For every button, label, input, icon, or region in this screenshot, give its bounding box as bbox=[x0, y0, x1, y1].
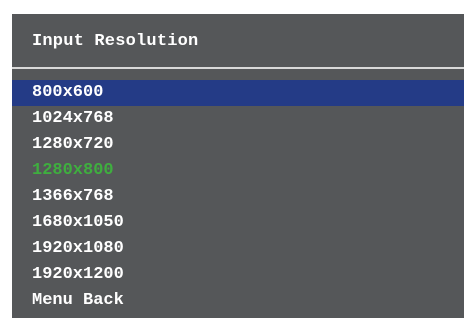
menu-title: Input Resolution bbox=[32, 32, 199, 51]
resolution-option-1366x768[interactable]: 1366x768 bbox=[12, 184, 464, 210]
header-divider bbox=[12, 67, 464, 69]
resolution-option-1280x800[interactable]: 1280x800 bbox=[12, 158, 464, 184]
resolution-option-1920x1080[interactable]: 1920x1080 bbox=[12, 236, 464, 262]
resolution-list: 800x600 1024x768 1280x720 1280x800 1366x… bbox=[12, 80, 464, 314]
menu-back-option[interactable]: Menu Back bbox=[12, 288, 464, 314]
resolution-option-800x600[interactable]: 800x600 bbox=[12, 80, 464, 106]
resolution-option-1024x768[interactable]: 1024x768 bbox=[12, 106, 464, 132]
resolution-option-1280x720[interactable]: 1280x720 bbox=[12, 132, 464, 158]
osd-menu-panel: Input Resolution 800x600 1024x768 1280x7… bbox=[12, 14, 464, 318]
menu-header: Input Resolution bbox=[12, 14, 464, 71]
resolution-option-1920x1200[interactable]: 1920x1200 bbox=[12, 262, 464, 288]
resolution-option-1680x1050[interactable]: 1680x1050 bbox=[12, 210, 464, 236]
